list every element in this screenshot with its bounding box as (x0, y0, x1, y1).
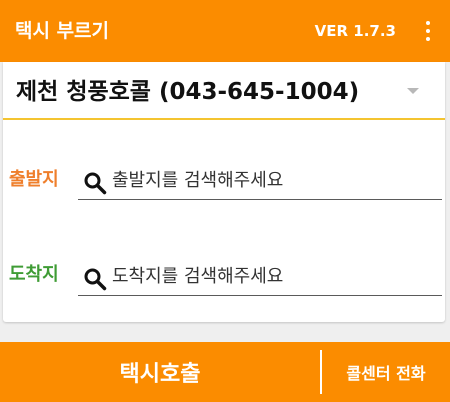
call-taxi-button[interactable]: 택시호출 (0, 342, 320, 402)
search-icon (84, 268, 107, 291)
menu-dot (426, 29, 430, 33)
trip-card: 제천 청풍호콜 (043-645-1004) 출발지 출발지를 검색해주세요 도… (3, 62, 445, 322)
destination-search-field[interactable]: 도착지를 검색해주세요 (78, 261, 442, 296)
search-icon (84, 172, 107, 195)
destination-placeholder: 도착지를 검색해주세요 (112, 266, 284, 287)
origin-placeholder: 출발지를 검색해주세요 (112, 170, 284, 191)
app-title: 택시 부르기 (15, 20, 110, 42)
version-label: VER 1.7.3 (314, 22, 396, 40)
bottom-action-bar: 택시호출 콜센터 전화 (0, 342, 450, 402)
call-center-phone-button[interactable]: 콜센터 전화 (322, 342, 450, 402)
origin-search-field[interactable]: 출발지를 검색해주세요 (78, 165, 442, 200)
call-center-selected: 제천 청풍호콜 (043-645-1004) (16, 79, 360, 105)
destination-label: 도착지 (9, 264, 59, 285)
menu-dot (426, 21, 430, 25)
overflow-menu-icon[interactable] (420, 19, 436, 43)
app-bar: 택시 부르기 VER 1.7.3 (0, 0, 450, 62)
menu-dot (426, 37, 430, 41)
origin-label: 출발지 (9, 169, 59, 190)
dropdown-arrow-icon (407, 88, 419, 94)
call-center-spinner[interactable]: 제천 청풍호콜 (043-645-1004) (3, 62, 445, 120)
